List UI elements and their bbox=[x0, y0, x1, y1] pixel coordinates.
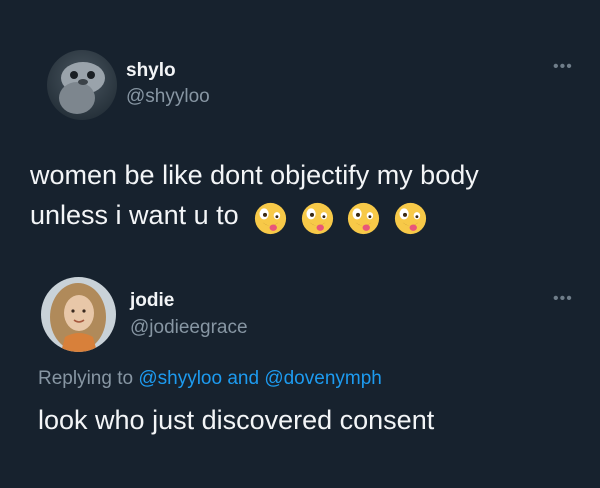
zany-face-icon bbox=[301, 203, 333, 235]
avatar-jodie[interactable] bbox=[41, 277, 116, 352]
tweet2-handle[interactable]: @jodieegrace bbox=[130, 317, 248, 339]
replying-to-line: Replying to @shyyloo and @dovenymph bbox=[38, 368, 382, 390]
mention-dovenymph[interactable]: @dovenymph bbox=[264, 368, 382, 389]
tweet1-more-button[interactable]: ••• bbox=[553, 58, 573, 76]
replying-and: and bbox=[222, 368, 265, 389]
mention-shyyloo[interactable]: @shyyloo bbox=[138, 368, 222, 389]
tweet1-text-line2-container: unless i want u to bbox=[30, 195, 433, 237]
reply-tweet: jodie @jodieegrace ••• Replying to @shyy… bbox=[0, 260, 600, 488]
tweet2-display-name[interactable]: jodie bbox=[130, 290, 174, 312]
original-tweet: shylo @shyyloo ••• women be like dont ob… bbox=[0, 0, 600, 260]
zany-face-icon bbox=[348, 203, 380, 235]
tweet1-display-name[interactable]: shylo bbox=[126, 60, 176, 82]
avatar-shylo[interactable] bbox=[47, 50, 117, 120]
profile-photo-icon bbox=[41, 277, 116, 352]
tweet2-more-button[interactable]: ••• bbox=[553, 290, 573, 308]
zany-face-icon bbox=[394, 203, 426, 235]
seal-avatar-icon bbox=[47, 50, 117, 120]
tweet1-text-line1: women be like dont objectify my body bbox=[30, 160, 479, 190]
emoji-group bbox=[254, 197, 433, 237]
zany-face-icon bbox=[255, 203, 287, 235]
replying-to-prefix: Replying to bbox=[38, 368, 139, 389]
tweet2-text: look who just discovered consent bbox=[38, 405, 435, 435]
tweet1-handle[interactable]: @shyyloo bbox=[126, 86, 210, 108]
tweet1-text-line2: unless i want u to bbox=[30, 200, 239, 230]
